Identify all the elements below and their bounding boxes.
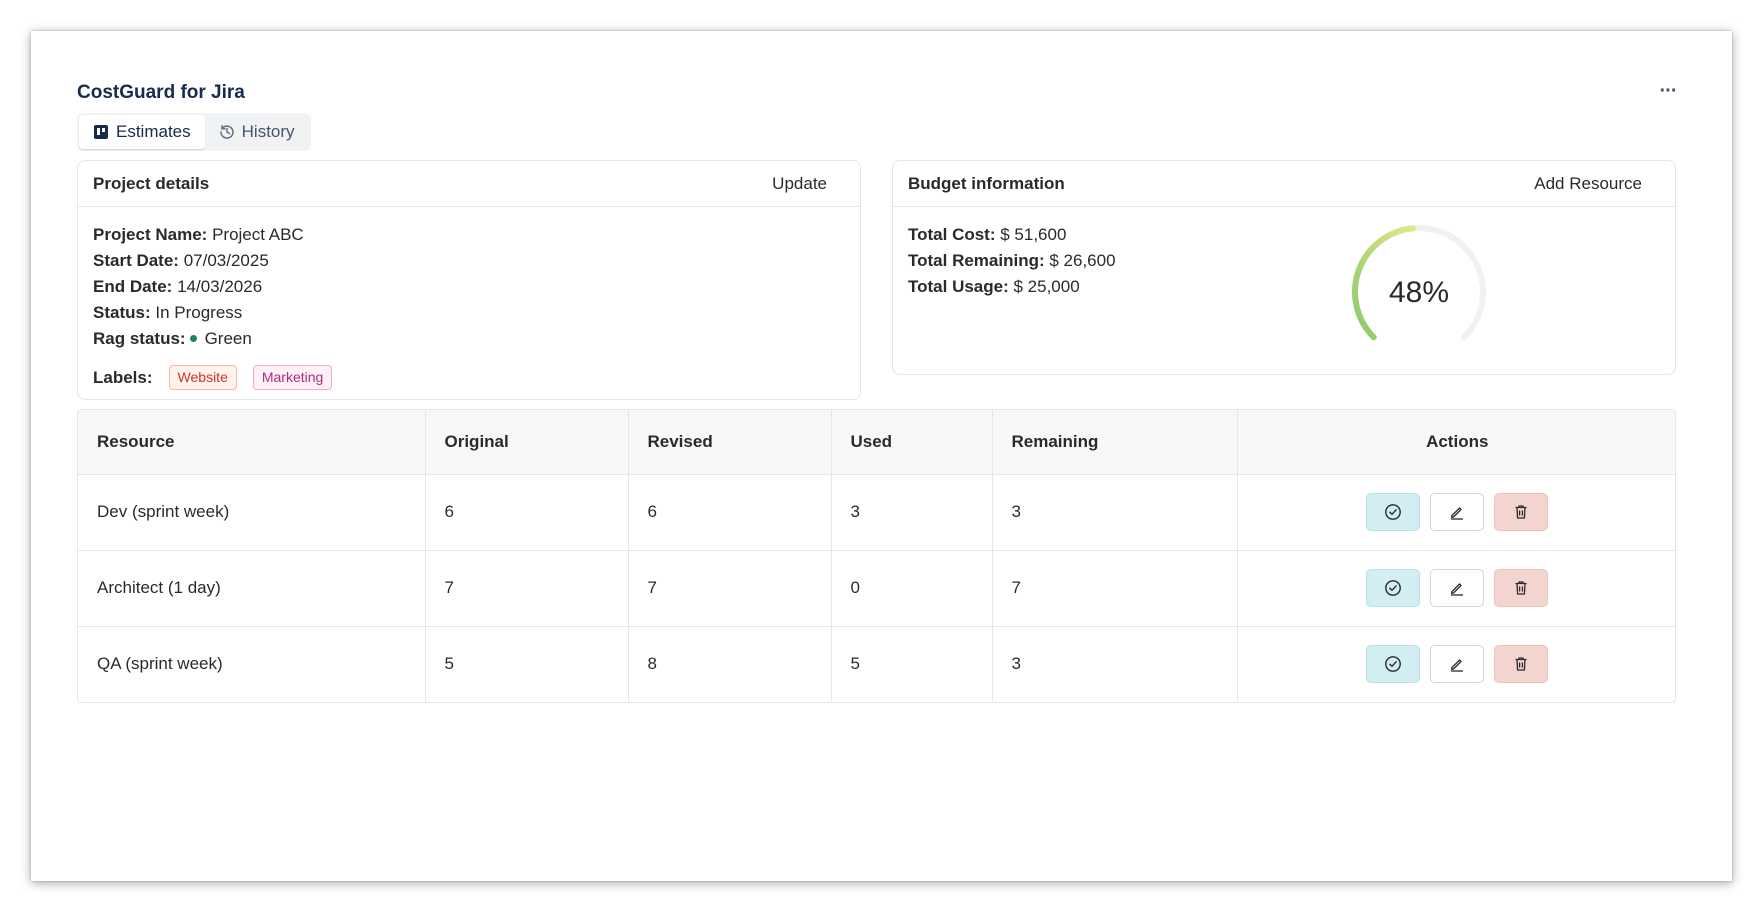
approve-button[interactable] xyxy=(1366,645,1421,684)
cell-actions xyxy=(1237,626,1675,702)
cell-original: 5 xyxy=(425,626,629,702)
budget-information-card: Budget information Add Resource Total Co… xyxy=(892,160,1676,375)
total-remaining-row: Total Remaining: $ 26,600 xyxy=(908,248,1116,274)
start-date-value: 07/03/2025 xyxy=(183,251,269,270)
total-cost-value: $ 51,600 xyxy=(1000,225,1067,244)
edit-button[interactable] xyxy=(1430,569,1485,607)
delete-button[interactable] xyxy=(1494,493,1549,531)
cell-remaining: 3 xyxy=(992,474,1238,551)
board-icon xyxy=(94,125,108,139)
project-details-list: Project Name: Project ABC Start Date: 07… xyxy=(78,207,860,390)
more-options-button[interactable]: ··· xyxy=(1650,75,1686,107)
end-date-row: End Date: 14/03/2026 xyxy=(93,274,845,300)
history-icon xyxy=(219,125,234,139)
check-circle-icon xyxy=(1385,504,1402,520)
labels-row: Labels: Website Marketing xyxy=(93,365,845,390)
total-usage-value: $ 25,000 xyxy=(1013,277,1080,296)
status-row: Status: In Progress xyxy=(93,300,845,326)
project-name-label: Project Name: xyxy=(93,225,208,244)
start-date-row: Start Date: 07/03/2025 xyxy=(93,248,845,274)
table-row: QA (sprint week) 5 8 5 3 xyxy=(78,626,1675,702)
cell-revised: 6 xyxy=(628,474,832,551)
delete-button[interactable] xyxy=(1494,645,1549,684)
cell-actions xyxy=(1237,474,1675,551)
cell-actions xyxy=(1237,550,1675,627)
cell-original: 7 xyxy=(425,550,629,627)
table-row: Dev (sprint week) 6 6 3 3 xyxy=(78,474,1675,551)
cell-remaining: 7 xyxy=(992,550,1238,627)
cell-resource: Architect (1 day) xyxy=(78,550,426,627)
cell-revised: 8 xyxy=(628,626,832,702)
add-resource-button[interactable]: Add Resource xyxy=(1516,170,1660,198)
table-header-row: Resource Original Revised Used Remaining… xyxy=(78,410,1675,475)
tab-history[interactable]: History xyxy=(205,115,309,149)
start-date-label: Start Date: xyxy=(93,251,179,270)
trash-icon xyxy=(1515,505,1527,519)
tab-history-label: History xyxy=(241,122,295,141)
cell-resource: Dev (sprint week) xyxy=(78,474,426,551)
project-details-title: Project details xyxy=(93,173,210,193)
rag-status-value: Green xyxy=(204,329,252,348)
total-cost-label: Total Cost: xyxy=(908,225,996,244)
app-window: CostGuard for Jira ··· Estimates History xyxy=(31,31,1732,881)
project-details-header: Project details Update xyxy=(78,161,860,207)
project-name-value: Project ABC xyxy=(212,225,304,244)
table-row: Architect (1 day) 7 7 0 7 xyxy=(78,550,1675,627)
check-circle-icon xyxy=(1385,656,1402,673)
label-tag-website[interactable]: Website xyxy=(168,365,237,390)
edit-button[interactable] xyxy=(1430,645,1485,684)
column-header-actions: Actions xyxy=(1237,410,1675,475)
cell-remaining: 3 xyxy=(992,626,1238,702)
total-cost-row: Total Cost: $ 51,600 xyxy=(908,222,1116,248)
pencil-icon xyxy=(1451,659,1464,672)
total-remaining-value: $ 26,600 xyxy=(1049,251,1116,270)
project-name-row: Project Name: Project ABC xyxy=(93,222,845,248)
total-usage-row: Total Usage: $ 25,000 xyxy=(908,274,1116,300)
app-title: CostGuard for Jira xyxy=(77,82,245,103)
approve-button[interactable] xyxy=(1366,493,1421,531)
labels-label: Labels: xyxy=(93,367,153,387)
tab-estimates[interactable]: Estimates xyxy=(79,115,205,149)
rag-status-row: Rag status: Green xyxy=(93,326,845,352)
status-value: In Progress xyxy=(155,303,243,322)
cell-resource: QA (sprint week) xyxy=(78,626,426,702)
column-header-used: Used xyxy=(831,410,993,475)
end-date-label: End Date: xyxy=(93,277,173,296)
budget-totals-list: Total Cost: $ 51,600 Total Remaining: $ … xyxy=(908,222,1116,300)
tab-estimates-label: Estimates xyxy=(116,122,191,141)
status-label: Status: xyxy=(93,303,151,322)
budget-information-header: Budget information Add Resource xyxy=(893,161,1675,207)
update-button[interactable]: Update xyxy=(754,170,845,198)
gauge-percent-label: 48% xyxy=(1389,276,1449,309)
check-circle-icon xyxy=(1385,580,1402,596)
cell-used: 0 xyxy=(831,550,993,627)
budget-information-title: Budget information xyxy=(908,173,1065,193)
label-tag-marketing[interactable]: Marketing xyxy=(252,365,333,390)
pencil-icon xyxy=(1451,507,1464,520)
cell-used: 5 xyxy=(831,626,993,702)
trash-icon xyxy=(1515,581,1527,595)
rag-status-dot xyxy=(189,335,197,343)
tab-bar: Estimates History xyxy=(77,113,311,151)
trash-icon xyxy=(1515,657,1527,671)
cell-used: 3 xyxy=(831,474,993,551)
column-header-revised: Revised xyxy=(628,410,832,475)
edit-button[interactable] xyxy=(1430,493,1485,531)
cell-revised: 7 xyxy=(628,550,832,627)
cell-original: 6 xyxy=(425,474,629,551)
rag-status-label: Rag status: xyxy=(93,329,186,348)
column-header-remaining: Remaining xyxy=(992,410,1238,475)
column-header-original: Original xyxy=(425,410,629,475)
usage-gauge: 48% xyxy=(1352,224,1486,341)
approve-button[interactable] xyxy=(1366,569,1421,607)
pencil-icon xyxy=(1451,583,1464,596)
delete-button[interactable] xyxy=(1494,569,1549,607)
resource-table: Resource Original Revised Used Remaining… xyxy=(77,409,1676,703)
total-remaining-label: Total Remaining: xyxy=(908,251,1045,270)
total-usage-label: Total Usage: xyxy=(908,277,1009,296)
project-details-card: Project details Update Project Name: Pro… xyxy=(77,160,861,400)
end-date-value: 14/03/2026 xyxy=(177,277,263,296)
column-header-resource: Resource xyxy=(78,410,426,475)
